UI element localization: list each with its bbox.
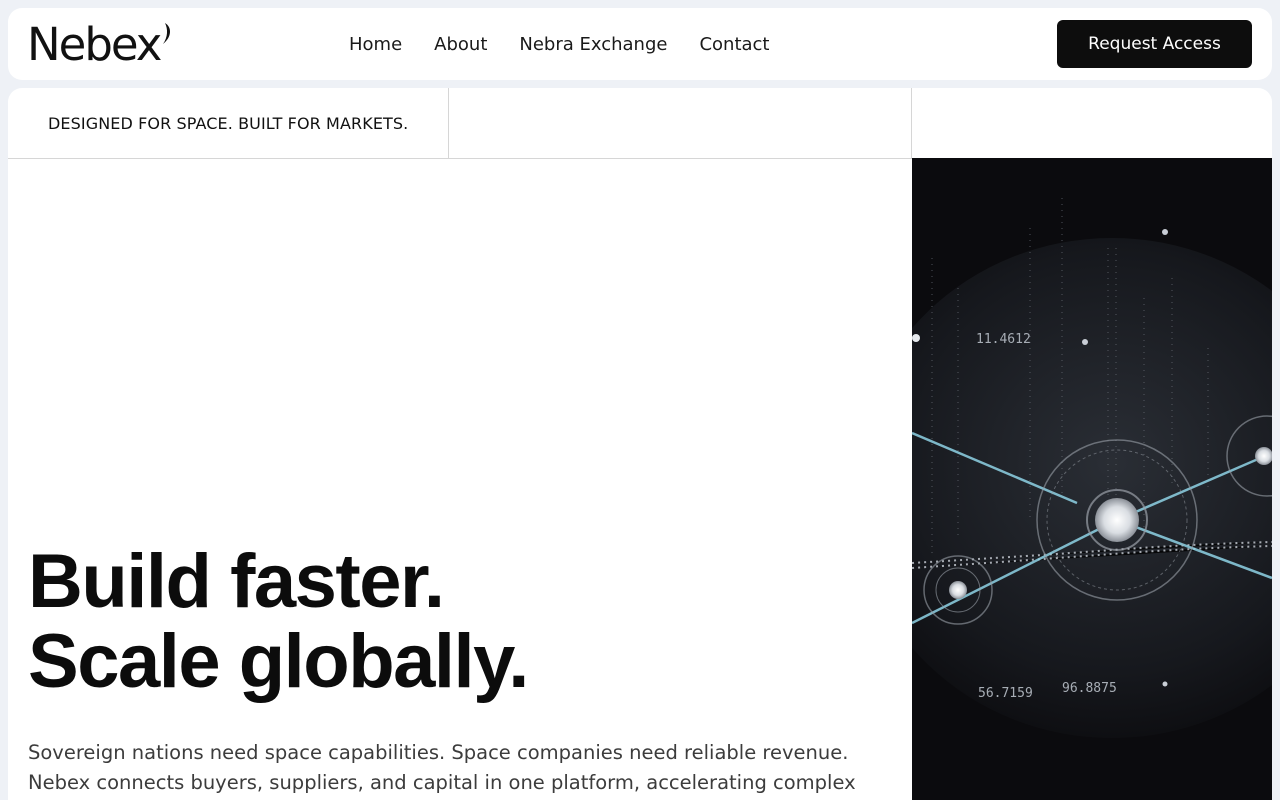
nav-home[interactable]: Home	[349, 34, 402, 55]
strip-empty-cell	[449, 88, 912, 158]
nav-nebra-exchange[interactable]: Nebra Exchange	[519, 34, 667, 55]
main-nav: Home About Nebra Exchange Contact	[349, 8, 769, 80]
nav-about[interactable]: About	[434, 34, 487, 55]
hero-lede: Sovereign nations need space capabilitie…	[28, 741, 856, 794]
headline-line-2: Scale globally.	[28, 619, 529, 704]
readout-1: 11.4612	[976, 332, 1031, 347]
site-header: Nebex Home About Nebra Exchange Contact …	[8, 8, 1272, 80]
globe-network-graphic	[912, 198, 1272, 738]
nav-contact[interactable]: Contact	[699, 34, 769, 55]
brand-logo[interactable]: Nebex	[27, 22, 173, 68]
brand-name: Nebex	[27, 18, 162, 71]
node-small	[912, 334, 920, 342]
node-left	[949, 581, 967, 599]
dot-node	[1162, 229, 1168, 235]
readout-3: 96.8875	[1062, 681, 1117, 696]
dot-node	[1162, 681, 1168, 687]
request-access-button[interactable]: Request Access	[1057, 20, 1252, 68]
primary-node	[1095, 498, 1139, 542]
dot-node	[1082, 339, 1088, 345]
headline-line-1: Build faster.	[28, 539, 445, 624]
hero-panel: DESIGNED FOR SPACE. BUILT FOR MARKETS. B…	[8, 88, 1272, 800]
hero-copy: Build faster. Scale globally. Sovereign …	[8, 159, 912, 800]
tagline-cell: DESIGNED FOR SPACE. BUILT FOR MARKETS.	[8, 88, 449, 158]
hero-headline: Build faster. Scale globally.	[28, 539, 529, 704]
readout-2: 56.7159	[978, 686, 1033, 701]
tagline-strip: DESIGNED FOR SPACE. BUILT FOR MARKETS.	[8, 88, 1272, 159]
tagline: DESIGNED FOR SPACE. BUILT FOR MARKETS.	[48, 113, 409, 133]
crescent-icon	[163, 23, 171, 44]
globe-shape	[912, 238, 1272, 738]
globe-network-visual: 11.4612 56.7159 96.8875	[912, 158, 1272, 800]
